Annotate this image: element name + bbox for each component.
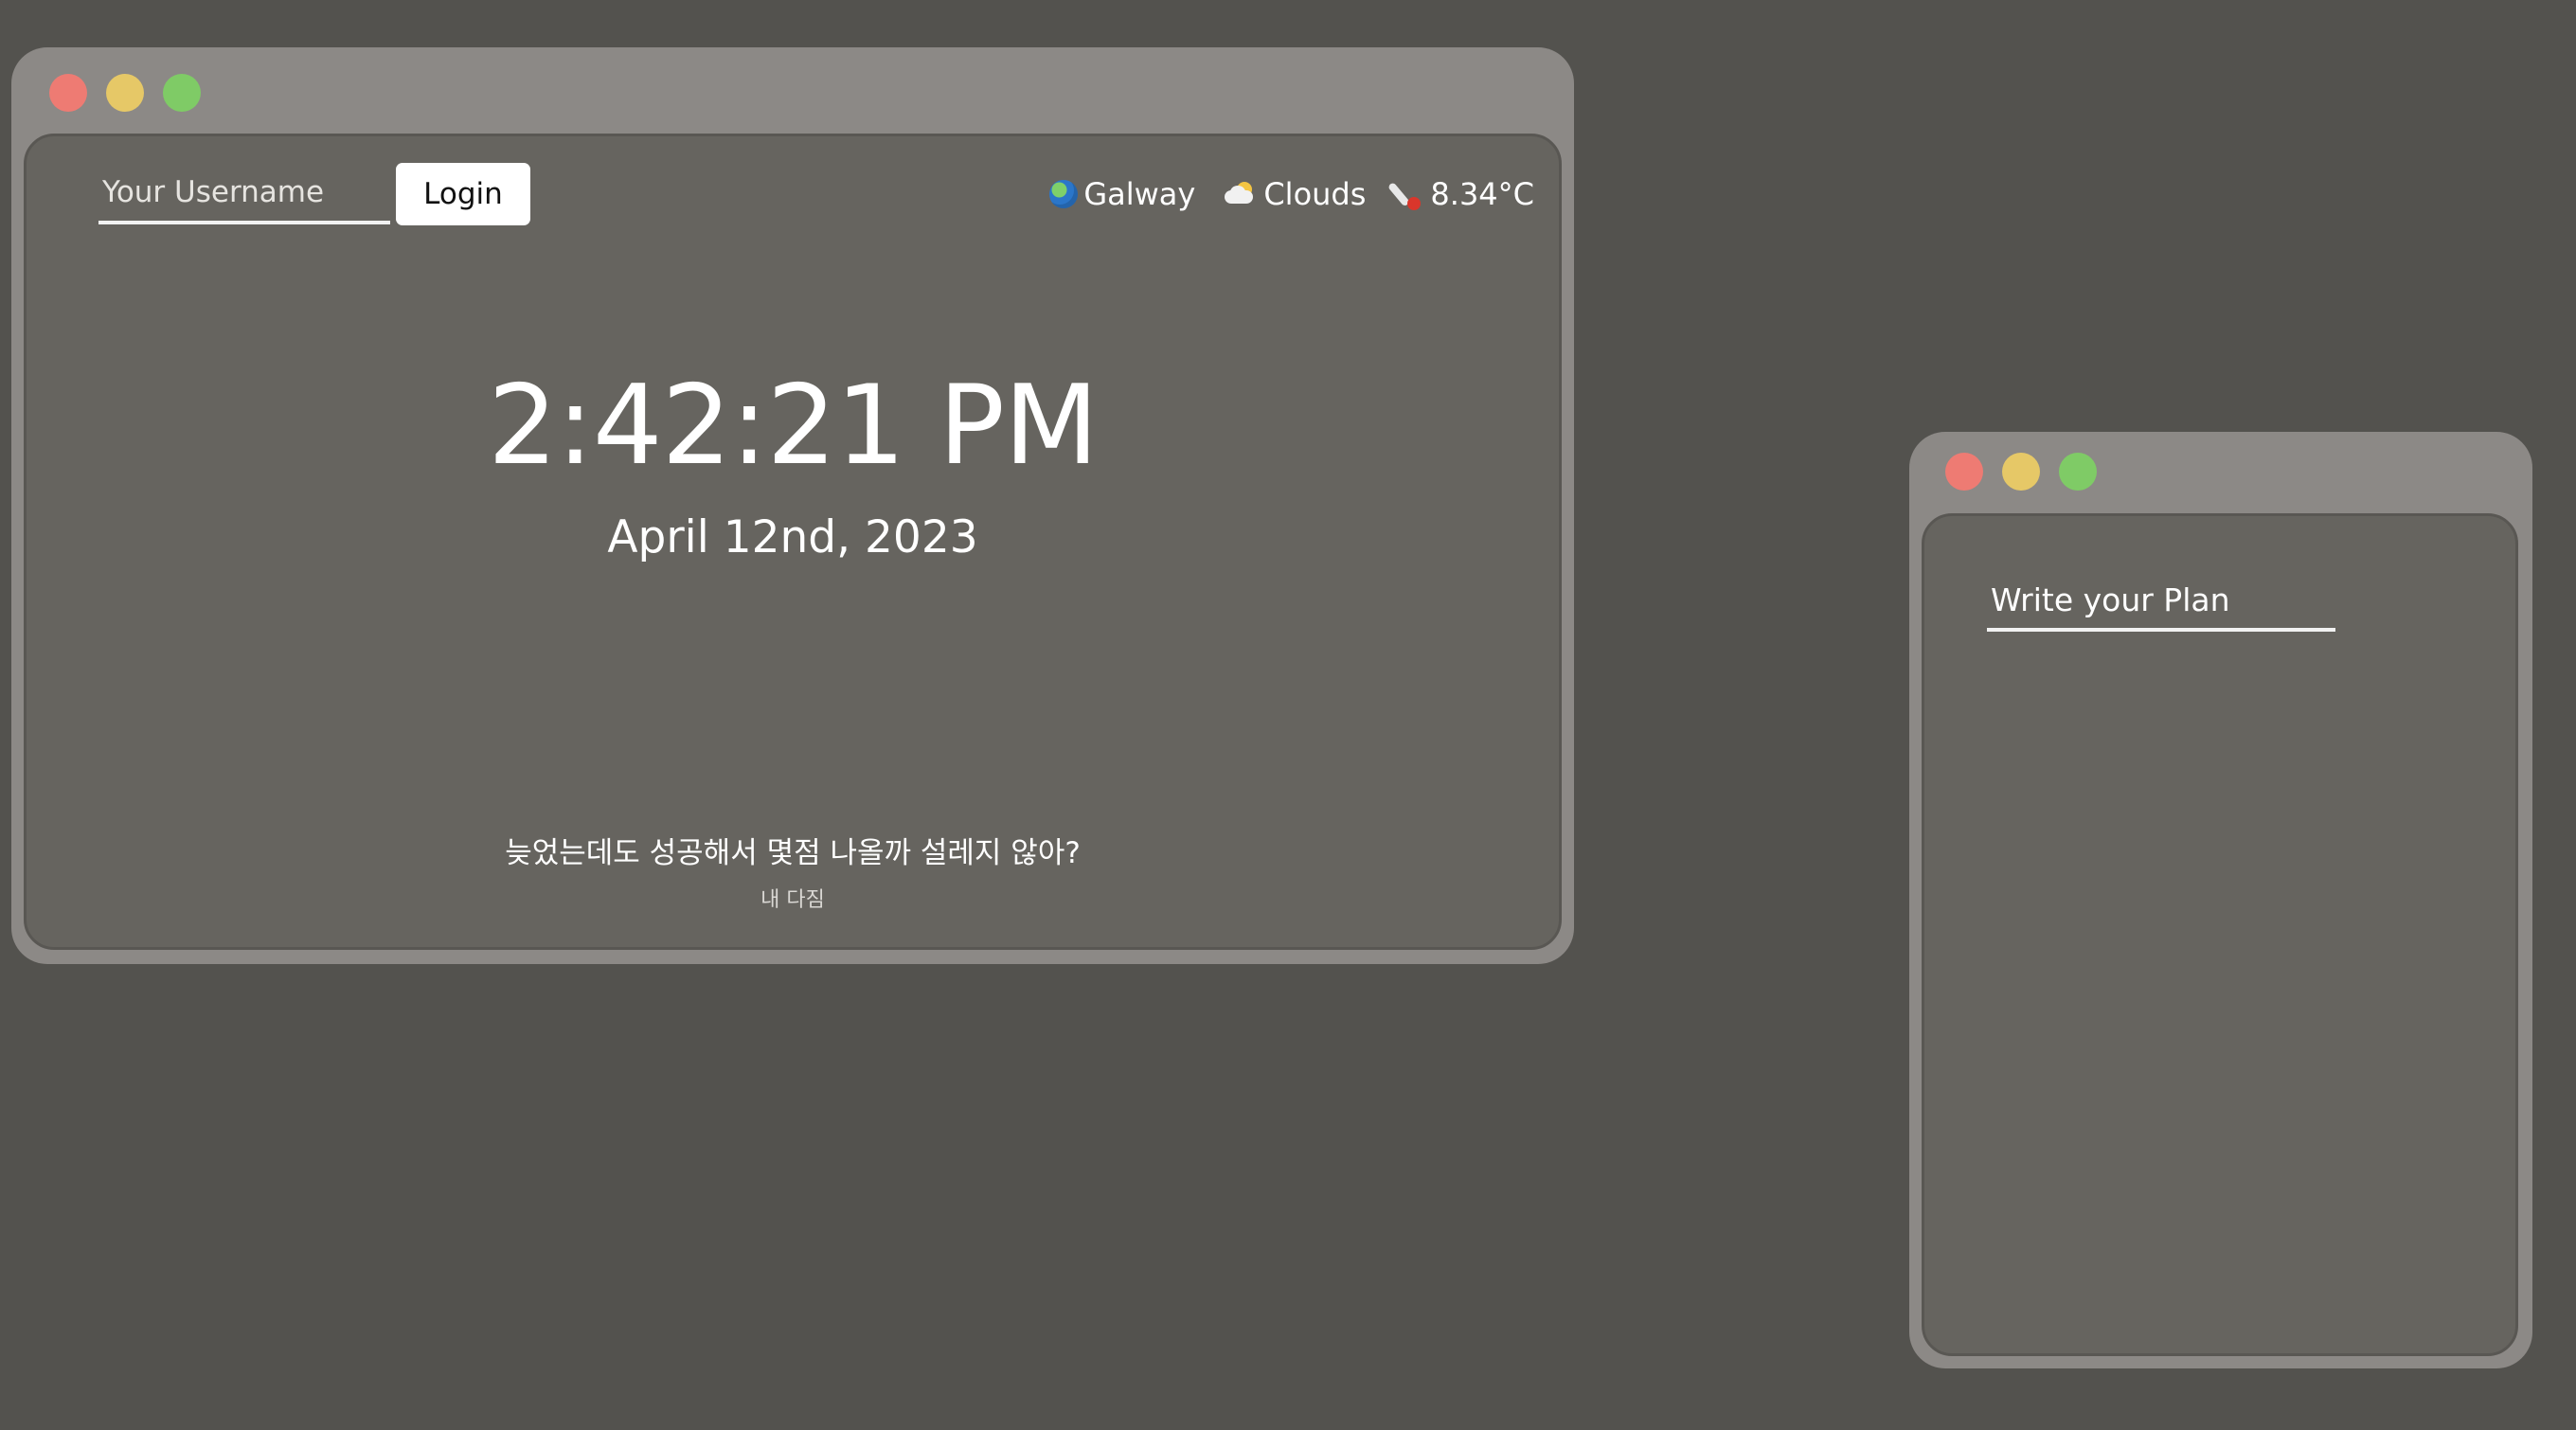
login-button[interactable]: Login bbox=[396, 163, 530, 225]
clock-time: 2:42:21 PM bbox=[487, 362, 1099, 490]
sun-behind-cloud-icon bbox=[1224, 181, 1258, 207]
weather-city: Galway bbox=[1049, 176, 1195, 212]
minimize-window-button[interactable] bbox=[106, 74, 144, 112]
username-input[interactable] bbox=[98, 164, 390, 224]
plan-input[interactable] bbox=[1987, 571, 2335, 632]
weather-condition-label: Clouds bbox=[1263, 176, 1367, 212]
maximize-window-button[interactable] bbox=[2059, 453, 2097, 491]
main-window: Login Galway Clouds 8.34°C 2:42:21 PM Ap… bbox=[11, 47, 1574, 964]
main-window-content: Login Galway Clouds 8.34°C 2:42:21 PM Ap… bbox=[24, 134, 1562, 950]
window-controls bbox=[1945, 453, 2097, 491]
window-controls bbox=[49, 74, 201, 112]
minimize-window-button[interactable] bbox=[2002, 453, 2040, 491]
clock-date: April 12nd, 2023 bbox=[607, 511, 978, 563]
weather-widget: Galway Clouds 8.34°C bbox=[1021, 176, 1534, 212]
quote-text: 늦었는데도 성공해서 몇점 나올까 설레지 않아? bbox=[505, 836, 1081, 870]
weather-city-label: Galway bbox=[1083, 176, 1196, 212]
weather-temperature-label: 8.34°C bbox=[1430, 176, 1534, 212]
plan-window-content bbox=[1922, 513, 2518, 1356]
weather-temperature: 8.34°C bbox=[1387, 176, 1534, 212]
weather-condition: Clouds bbox=[1224, 176, 1366, 212]
maximize-window-button[interactable] bbox=[163, 74, 201, 112]
globe-icon bbox=[1049, 180, 1079, 208]
login-form: Login bbox=[98, 163, 530, 225]
close-window-button[interactable] bbox=[49, 74, 87, 112]
plan-window bbox=[1909, 432, 2532, 1368]
quote-author: 내 다짐 bbox=[760, 888, 825, 912]
close-window-button[interactable] bbox=[1945, 453, 1983, 491]
thermometer-icon bbox=[1387, 178, 1424, 210]
